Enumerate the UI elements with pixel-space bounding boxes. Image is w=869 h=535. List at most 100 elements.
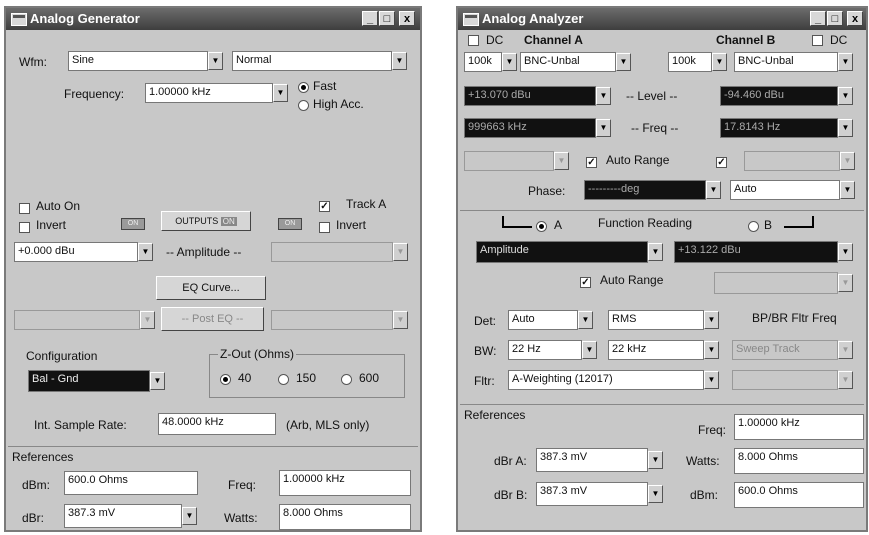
chevron-down-icon[interactable]: ▼: [502, 53, 517, 71]
level-a-readout[interactable]: +13.070 dBu: [464, 86, 596, 106]
watts-input[interactable]: 8.000 Ohms: [279, 504, 411, 530]
freq-b-readout[interactable]: 17.8143 Hz: [720, 118, 838, 138]
freq-ref-input[interactable]: 1.00000 kHz: [279, 470, 411, 496]
amplitude-input[interactable]: +0.000 dBu: [14, 242, 138, 262]
auto-range-checkbox[interactable]: ✓: [586, 157, 597, 168]
invert-right-checkbox[interactable]: [319, 222, 330, 233]
function-select[interactable]: Amplitude: [476, 241, 648, 263]
chevron-down-icon[interactable]: ▼: [582, 341, 597, 359]
minimize-button[interactable]: _: [810, 11, 826, 26]
chevron-down-icon: ▼: [140, 311, 155, 329]
dbr-a-input[interactable]: 387.3 mV: [536, 448, 648, 472]
analog-generator-window: Analog Generator _ □ x Wfm: Sine ▼ Norma…: [4, 6, 422, 532]
maximize-button[interactable]: □: [379, 11, 395, 26]
dbr-input[interactable]: 387.3 mV: [64, 504, 182, 528]
function-reading-readout[interactable]: +13.122 dBu: [674, 241, 838, 263]
chevron-down-icon[interactable]: ▼: [704, 371, 719, 389]
z-out-600-radio[interactable]: [341, 374, 352, 385]
close-button[interactable]: x: [399, 11, 415, 26]
range-b-select[interactable]: 100k: [668, 52, 712, 72]
range-a-select[interactable]: 100k: [464, 52, 502, 72]
sweep-track-select: Sweep Track: [732, 340, 838, 360]
eq-curve-button[interactable]: EQ Curve...: [156, 276, 266, 300]
dbm-input[interactable]: 600.0 Ohms: [64, 471, 198, 495]
watts-label: Watts:: [686, 454, 720, 468]
chevron-down-icon[interactable]: ▼: [182, 507, 197, 525]
chevron-down-icon[interactable]: ▼: [138, 243, 153, 261]
chevron-down-icon[interactable]: ▼: [838, 87, 853, 105]
function-b-label: B: [764, 218, 773, 232]
input-b-select[interactable]: BNC-Unbal: [734, 52, 838, 72]
chevron-down-icon[interactable]: ▼: [208, 52, 223, 70]
bandwidth-low-select[interactable]: 22 Hz: [508, 340, 582, 360]
chevron-down-icon[interactable]: ▼: [712, 53, 727, 71]
bandwidth-high-select[interactable]: 22 kHz: [608, 340, 704, 360]
chevron-down-icon: ▼: [838, 371, 853, 389]
dbm-input[interactable]: 600.0 Ohms: [734, 482, 864, 508]
function-range-select: [714, 272, 838, 294]
generator-titlebar[interactable]: Analog Generator _ □ x: [6, 8, 420, 30]
freq-a-readout[interactable]: 999663 kHz: [464, 118, 596, 138]
chevron-down-icon[interactable]: ▼: [838, 53, 853, 71]
auto-range-label: Auto Range: [606, 153, 670, 167]
chevron-down-icon[interactable]: ▼: [596, 87, 611, 105]
outputs-on-indicator: ON: [220, 217, 237, 226]
chevron-down-icon[interactable]: ▼: [648, 451, 663, 469]
chevron-down-icon[interactable]: ▼: [840, 181, 855, 199]
chevron-down-icon[interactable]: ▼: [578, 311, 593, 329]
chevron-down-icon[interactable]: ▼: [704, 341, 719, 359]
watts-input[interactable]: 8.000 Ohms: [734, 448, 864, 474]
outputs-button[interactable]: OUTPUTS ON: [161, 211, 251, 231]
filter-select[interactable]: A-Weighting (12017): [508, 370, 704, 390]
channel-a-on-button[interactable]: ON: [121, 218, 145, 230]
z-out-40-radio[interactable]: [220, 374, 231, 385]
sample-rate-input[interactable]: 48.0000 kHz: [158, 413, 276, 435]
dc-b-checkbox[interactable]: [812, 35, 823, 46]
chevron-down-icon[interactable]: ▼: [392, 52, 407, 70]
waveform-select[interactable]: Sine: [68, 51, 208, 71]
post-eq-b-select: [271, 310, 393, 330]
freq-label: -- Freq --: [631, 121, 679, 135]
chevron-down-icon[interactable]: ▼: [648, 243, 663, 261]
z-out-150-radio[interactable]: [278, 374, 289, 385]
fast-radio[interactable]: [298, 82, 309, 93]
level-b-readout[interactable]: -94.460 dBu: [720, 86, 838, 106]
phase-readout[interactable]: ---------deg: [584, 180, 706, 200]
analyzer-titlebar[interactable]: Analog Analyzer _ □ x: [458, 8, 866, 30]
auto-on-checkbox[interactable]: [19, 203, 30, 214]
input-a-select[interactable]: BNC-Unbal: [520, 52, 616, 72]
waveform-mode-select[interactable]: Normal: [232, 51, 392, 71]
function-b-radio[interactable]: [748, 221, 759, 232]
track-a-checkbox[interactable]: ✓: [319, 201, 330, 212]
chevron-down-icon[interactable]: ▼: [706, 181, 721, 199]
minimize-button[interactable]: _: [362, 11, 378, 26]
chevron-down-icon[interactable]: ▼: [648, 485, 663, 503]
range-b-readout-select: [744, 151, 840, 171]
chevron-down-icon[interactable]: ▼: [596, 119, 611, 137]
frequency-input[interactable]: 1.00000 kHz: [145, 83, 273, 103]
chevron-down-icon[interactable]: ▼: [704, 311, 719, 329]
detector-mode-select[interactable]: RMS: [608, 310, 704, 330]
function-a-radio[interactable]: [536, 221, 547, 232]
phase-mode-select[interactable]: Auto: [730, 180, 840, 200]
high-accuracy-radio[interactable]: [298, 100, 309, 111]
close-button[interactable]: x: [847, 11, 863, 26]
auto-range-b-checkbox[interactable]: ✓: [716, 157, 727, 168]
chevron-down-icon[interactable]: ▼: [616, 53, 631, 71]
chevron-down-icon: ▼: [554, 152, 569, 170]
maximize-button[interactable]: □: [827, 11, 843, 26]
chevron-down-icon[interactable]: ▼: [838, 243, 853, 261]
detector-select[interactable]: Auto: [508, 310, 578, 330]
invert-left-checkbox[interactable]: [19, 222, 30, 233]
channel-b-on-button[interactable]: ON: [278, 218, 302, 230]
divider: [460, 210, 864, 211]
dbr-b-input[interactable]: 387.3 mV: [536, 482, 648, 506]
chevron-down-icon[interactable]: ▼: [150, 372, 165, 390]
auto-range-function-checkbox[interactable]: ✓: [580, 277, 591, 288]
chevron-down-icon[interactable]: ▼: [838, 119, 853, 137]
chevron-down-icon[interactable]: ▼: [273, 84, 288, 102]
freq-ref-input[interactable]: 1.00000 kHz: [734, 414, 864, 440]
dc-a-checkbox[interactable]: [468, 35, 479, 46]
configuration-select[interactable]: Bal - Gnd: [28, 370, 150, 392]
waveform-label: Wfm:: [19, 55, 47, 69]
